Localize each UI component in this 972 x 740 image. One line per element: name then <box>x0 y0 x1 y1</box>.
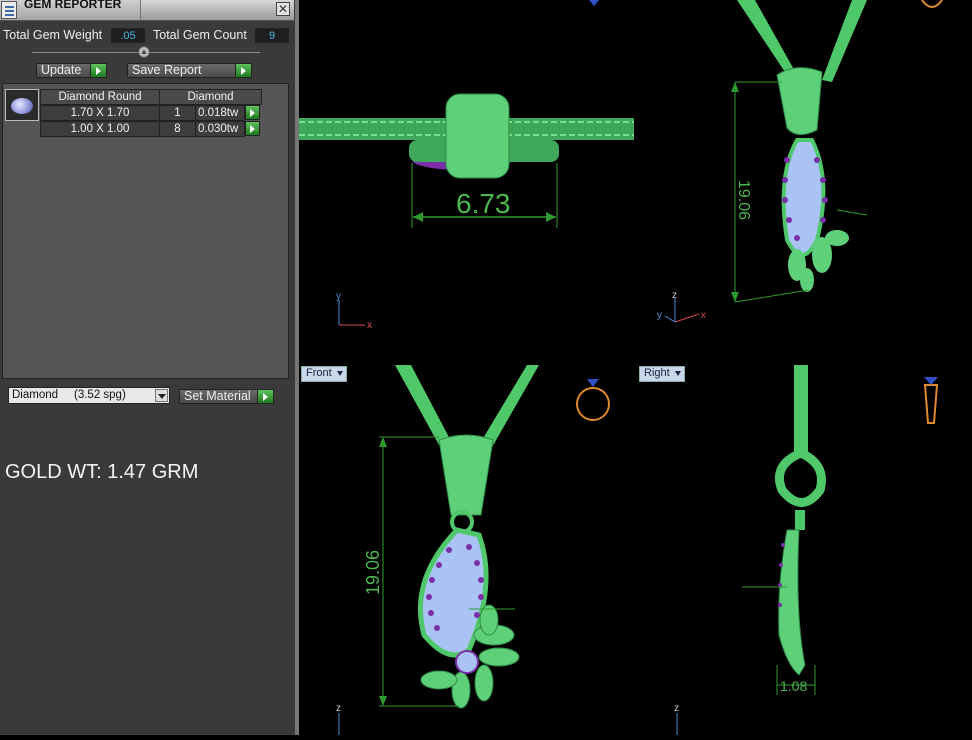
bail-graphic <box>438 434 494 516</box>
ring-view-icon[interactable] <box>576 379 610 421</box>
axis-gizmo: z <box>674 703 679 735</box>
viewport-label: Right <box>644 367 670 379</box>
save-report-button[interactable]: Save Report <box>127 63 252 78</box>
gold-weight-readout: GOLD WT: 1.47 GRM <box>5 461 199 483</box>
axis-gizmo: z <box>336 703 341 735</box>
jump-ring-graphic <box>795 510 805 530</box>
total-gem-count-label: Total Gem Count <box>153 28 247 42</box>
viewport-view-selector[interactable]: Front <box>301 366 347 382</box>
set-material-button-label: Set Material <box>184 389 251 403</box>
viewport-perspective[interactable]: 19.06 z y x <box>637 0 972 362</box>
gem-row-weight[interactable]: 0.018tw <box>195 105 245 121</box>
gem-row-count[interactable]: 1 <box>159 105 196 121</box>
dimension-label: 1.08 <box>780 678 807 694</box>
axis-y-label: y <box>657 310 662 321</box>
material-select-value: Diamond (3.52 spg) <box>12 389 126 401</box>
total-gem-count-field[interactable]: 9 <box>255 28 289 43</box>
panel-title-bar: GEM REPORTER ✕ <box>0 0 294 21</box>
gem-row-weight[interactable]: 0.030tw <box>195 121 245 137</box>
viewport-top[interactable]: 6.73 y x <box>299 0 634 362</box>
axis-y-label: y <box>336 291 341 302</box>
bail-top-graphic <box>445 93 510 179</box>
viewport-top-canvas: 6.73 y x <box>299 0 634 331</box>
play-arrow-icon <box>257 390 273 403</box>
update-button[interactable]: Update <box>36 63 107 78</box>
panel-tab[interactable]: GEM REPORTER <box>0 0 141 20</box>
viewport-perspective-canvas: 19.06 z y x <box>657 0 943 323</box>
material-select[interactable]: Diamond (3.52 spg) <box>8 387 170 404</box>
panel-title: GEM REPORTER <box>24 0 122 11</box>
axis-z-label: z <box>672 290 677 301</box>
dimension-label: 6.73 <box>456 188 511 219</box>
chain-graphic <box>794 365 808 455</box>
viewport-view-selector[interactable]: Right <box>639 366 685 382</box>
gem-row-select-icon[interactable] <box>245 105 260 120</box>
axis-x-label: x <box>701 310 706 321</box>
bail-graphic <box>776 67 823 135</box>
pendant-side-graphic <box>778 529 806 676</box>
update-button-label: Update <box>41 63 82 77</box>
gem-row-size[interactable]: 1.70 X 1.70 <box>40 105 160 121</box>
total-gem-weight-field[interactable]: .05 <box>111 28 145 43</box>
round-diamond-icon[interactable] <box>5 89 39 121</box>
gem-row-select-icon[interactable] <box>245 121 260 136</box>
gem-table-header-material: Diamond <box>159 89 262 105</box>
axis-z-label: z <box>674 703 679 714</box>
dimension-label: 19.06 <box>363 550 383 595</box>
save-report-button-label: Save Report <box>132 63 202 77</box>
axis-x-label: x <box>367 320 372 331</box>
axis-gizmo: z y x <box>657 290 706 323</box>
play-arrow-icon <box>90 64 106 77</box>
view-cube-icon[interactable] <box>921 0 943 8</box>
total-gem-weight-label: Total Gem Weight <box>3 28 103 42</box>
collapse-toggle-icon[interactable]: ▲ <box>138 46 150 58</box>
viewport-label: Front <box>306 367 332 379</box>
set-material-button[interactable]: Set Material <box>179 389 274 404</box>
view-cube-icon[interactable] <box>589 0 599 6</box>
gem-reporter-app-icon <box>1 1 17 19</box>
viewport-front[interactable]: 19.06 z Front <box>299 365 634 735</box>
viewport-right-canvas: 1.08 z <box>674 365 939 735</box>
gem-reporter-panel: GEM REPORTER ✕ Total Gem Weight .05 Tota… <box>0 0 295 735</box>
gem-row-size[interactable]: 1.00 X 1.00 <box>40 121 160 137</box>
bail-graphic <box>774 448 826 507</box>
viewport-right[interactable]: 1.08 z Right <box>637 365 972 735</box>
gem-table-header-shape: Diamond Round <box>40 89 160 105</box>
dimension-label: 19.06 <box>735 180 752 220</box>
gem-row-count[interactable]: 8 <box>159 121 196 137</box>
axis-z-label: z <box>336 703 341 714</box>
viewport-front-canvas: 19.06 z <box>336 365 610 735</box>
close-icon[interactable]: ✕ <box>276 2 290 16</box>
chevron-down-icon[interactable] <box>155 389 168 402</box>
center-diamond-graphic <box>455 650 479 674</box>
play-arrow-icon <box>235 64 251 77</box>
axis-gizmo: y x <box>336 291 372 331</box>
ring-side-view-icon[interactable] <box>923 377 939 424</box>
